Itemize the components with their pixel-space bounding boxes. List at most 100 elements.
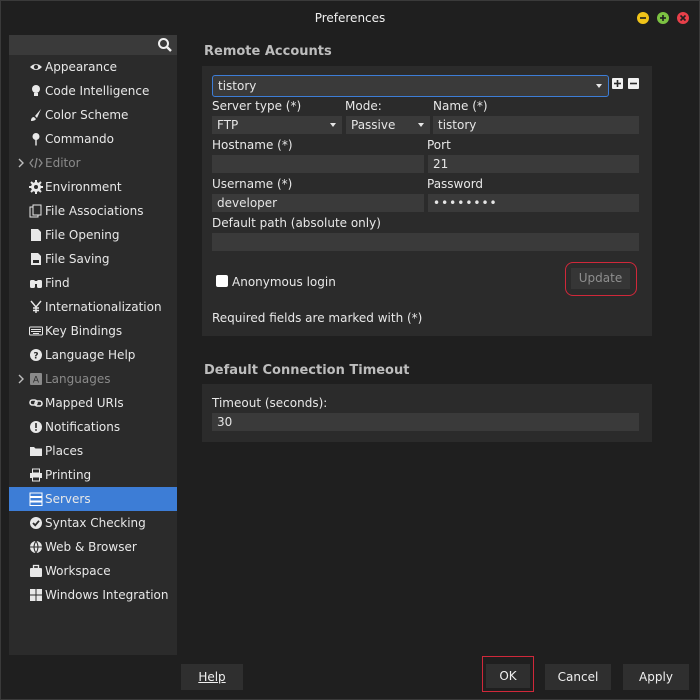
close-button[interactable]: [677, 12, 689, 24]
sidebar-item-environment[interactable]: Environment: [9, 175, 177, 199]
username-field[interactable]: developer: [212, 194, 424, 212]
code-icon: [29, 157, 43, 169]
sidebar-item-color-scheme[interactable]: Color Scheme: [9, 103, 177, 127]
sidebar-item-syntax-checking[interactable]: Syntax Checking: [9, 511, 177, 535]
hostname-label: Hostname (*): [212, 138, 293, 152]
sidebar-item-places[interactable]: Places: [9, 439, 177, 463]
sidebar-item-editor[interactable]: Editor: [9, 151, 177, 175]
account-select[interactable]: tistory: [212, 75, 609, 97]
sidebar-item-servers[interactable]: Servers: [9, 487, 177, 511]
server-type-label: Server type (*): [212, 99, 302, 113]
add-account-button[interactable]: [612, 78, 623, 89]
password-field[interactable]: ••••••••: [428, 194, 639, 212]
chevron-down-icon: [596, 84, 602, 88]
cancel-button[interactable]: Cancel: [545, 664, 611, 690]
sidebar-item-languages[interactable]: A Languages: [9, 367, 177, 391]
sidebar-item-label: Windows Integration: [45, 588, 169, 602]
maximize-icon: [660, 15, 666, 21]
svg-text:A: A: [33, 376, 40, 386]
timeout-title: Default Connection Timeout: [204, 363, 410, 378]
ok-button[interactable]: OK: [486, 664, 530, 688]
minus-icon: [630, 82, 637, 85]
hostname-field[interactable]: [212, 155, 424, 173]
yen-icon: [30, 300, 42, 313]
sidebar-item-label: Printing: [45, 468, 92, 482]
plus-icon: [614, 80, 621, 87]
chevron-right-icon[interactable]: [17, 373, 25, 385]
sidebar-item-find[interactable]: Find: [9, 271, 177, 295]
name-label: Name (*): [433, 99, 488, 113]
sidebar-item-label: Language Help: [45, 348, 136, 362]
mode-select[interactable]: Passive: [346, 116, 430, 134]
lightbulb-icon: [32, 85, 40, 96]
files-icon: [29, 204, 42, 218]
sidebar-item-workspace[interactable]: Workspace: [9, 559, 177, 583]
port-field[interactable]: 21: [428, 155, 639, 173]
username-label: Username (*): [212, 177, 293, 191]
binoculars-icon: [30, 280, 42, 288]
sidebar-item-file-associations[interactable]: File Associations: [9, 199, 177, 223]
sidebar-search-input[interactable]: [9, 35, 177, 55]
sidebar-item-label: File Associations: [45, 204, 144, 218]
sidebar: Appearance Code Intelligence Color Scheme C…: [9, 35, 177, 655]
sidebar-item-windows-integration[interactable]: Windows Integration: [9, 583, 177, 607]
server-icon: [29, 492, 43, 506]
preferences-window: Preferences Appearance Code Intelligence C…: [0, 0, 700, 700]
svg-text:?: ?: [33, 352, 38, 362]
maximize-button[interactable]: [657, 12, 669, 24]
link-icon: [29, 399, 43, 407]
close-icon: [679, 14, 687, 22]
update-button-highlight: Update: [565, 262, 637, 296]
check-circle-icon: [30, 517, 42, 529]
help-button[interactable]: Help: [181, 664, 243, 690]
sidebar-item-label: Languages: [45, 372, 111, 386]
sidebar-item-code-intelligence[interactable]: Code Intelligence: [9, 79, 177, 103]
remote-accounts-title: Remote Accounts: [204, 44, 332, 59]
sidebar-item-appearance[interactable]: Appearance: [9, 55, 177, 79]
chevron-down-icon: [418, 123, 424, 127]
sidebar-item-file-opening[interactable]: File Opening: [9, 223, 177, 247]
file-save-icon: [31, 253, 41, 265]
sidebar-item-web-browser[interactable]: Web & Browser: [9, 535, 177, 559]
port-label: Port: [427, 138, 451, 152]
sidebar-item-label: Servers: [45, 492, 91, 506]
sidebar-item-mapped-uris[interactable]: Mapped URIs: [9, 391, 177, 415]
sidebar-item-printing[interactable]: Printing: [9, 463, 177, 487]
keyboard-icon: [29, 326, 43, 336]
languages-icon: A: [30, 373, 42, 386]
sidebar-item-label: Internationalization: [45, 300, 162, 314]
default-path-field[interactable]: [212, 233, 639, 251]
sidebar-item-label: Color Scheme: [45, 108, 129, 122]
briefcase-icon: [30, 564, 42, 577]
sidebar-item-internationalization[interactable]: Internationalization: [9, 295, 177, 319]
server-type-select[interactable]: FTP: [212, 116, 342, 134]
minimize-button[interactable]: [637, 12, 649, 24]
search-icon[interactable]: [157, 37, 173, 53]
sidebar-item-label: Key Bindings: [45, 324, 123, 338]
sidebar-item-label: Workspace: [45, 564, 111, 578]
sidebar-item-file-saving[interactable]: File Saving: [9, 247, 177, 271]
file-icon: [31, 229, 41, 241]
timeout-field[interactable]: 30: [212, 413, 639, 431]
sidebar-item-language-help[interactable]: ? Language Help: [9, 343, 177, 367]
sidebar-item-label: File Opening: [45, 228, 120, 242]
sidebar-item-label: Web & Browser: [45, 540, 137, 554]
sidebar-item-notifications[interactable]: Notifications: [9, 415, 177, 439]
sidebar-item-label: Syntax Checking: [45, 516, 146, 530]
minimize-icon: [640, 17, 646, 19]
globe-icon: [30, 540, 42, 554]
sidebar-item-label: Find: [45, 276, 70, 290]
sidebar-item-label: Environment: [45, 180, 122, 194]
password-label: Password: [427, 177, 484, 191]
folder-icon: [30, 447, 42, 456]
chevron-right-icon[interactable]: [17, 157, 25, 169]
name-field[interactable]: tistory: [433, 116, 639, 134]
remove-account-button[interactable]: [628, 78, 639, 89]
windows-icon: [30, 589, 42, 601]
sidebar-item-key-bindings[interactable]: Key Bindings: [9, 319, 177, 343]
anonymous-login-checkbox[interactable]: [216, 275, 228, 287]
sidebar-item-commando[interactable]: Commando: [9, 127, 177, 151]
chevron-down-icon: [330, 123, 336, 127]
update-button[interactable]: Update: [571, 268, 630, 289]
apply-button[interactable]: Apply: [623, 664, 689, 690]
